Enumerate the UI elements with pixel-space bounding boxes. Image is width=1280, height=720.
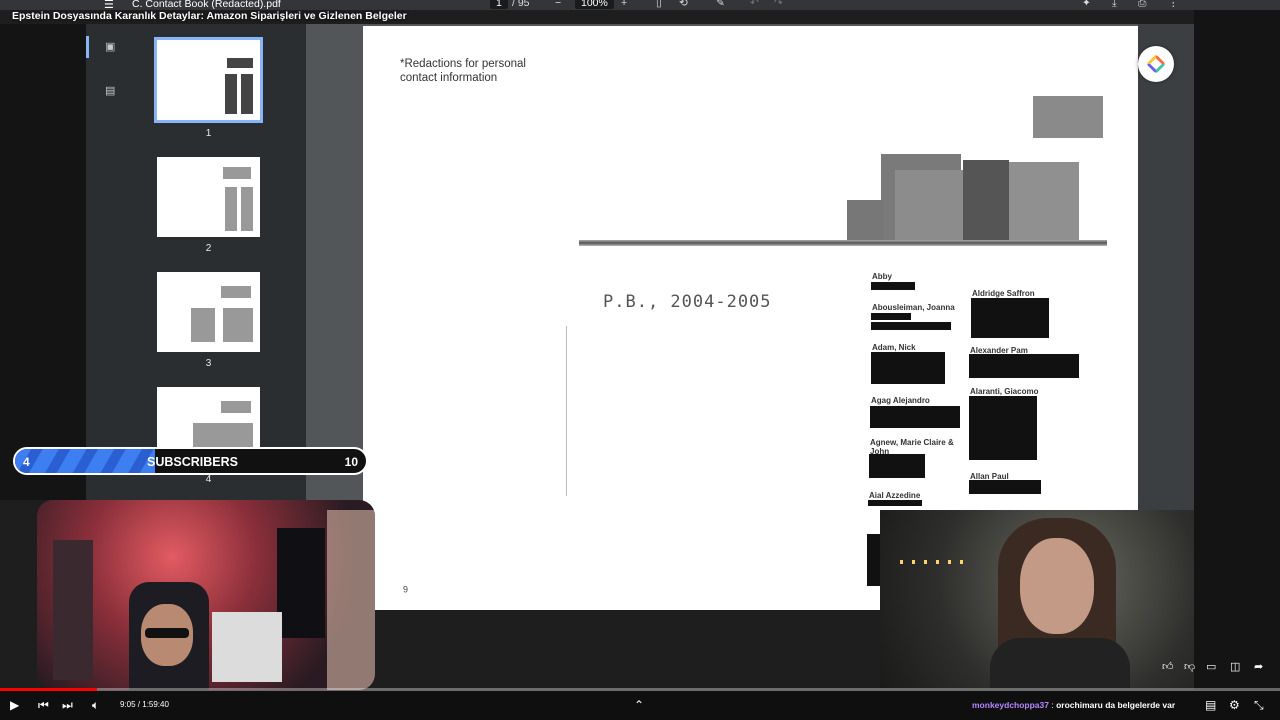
redaction-block (971, 298, 1049, 338)
play-icon[interactable]: ▶ (10, 698, 19, 712)
subscriber-label: SUBSCRIBERS (147, 455, 238, 469)
download-icon[interactable]: ⤓ (1112, 0, 1117, 10)
chat-text: orochimaru da belgelerde var (1056, 700, 1176, 710)
rotate-icon[interactable]: ⟲ (679, 0, 688, 9)
background-right (1194, 0, 1280, 690)
more-options-icon[interactable]: ⋮ (1168, 0, 1179, 9)
thumbnails-icon[interactable]: ▣ (105, 40, 115, 53)
page-thumbnail-number: 1 (205, 128, 212, 139)
scanned-image (1009, 162, 1079, 246)
subtitles-icon[interactable]: ▤ (1205, 698, 1216, 712)
chat-message: monkeydchoppa37 : orochimaru da belgeler… (972, 700, 1175, 710)
volume-icon[interactable]: 🔈︎ (92, 698, 99, 713)
video-time: 9:05 / 1:59:40 (120, 700, 169, 709)
redaction-block (871, 282, 915, 290)
undo-icon[interactable]: ↶ (750, 0, 759, 9)
ai-sparkle-icon[interactable]: ✦ (1082, 0, 1091, 9)
pdf-filename: C. Contact Book (Redacted).pdf (132, 0, 281, 10)
contact-name: Alaranti, Giacomo (970, 387, 1039, 396)
contact-name: Agag Alejandro (871, 396, 930, 405)
chat-icon[interactable]: ◫ (1230, 660, 1240, 673)
redaction-block (969, 480, 1041, 494)
redaction-block (868, 500, 922, 506)
redaction-note: *Redactions for personal contact informa… (400, 58, 526, 84)
contact-name: Aldridge Saffron (972, 289, 1035, 298)
redo-icon[interactable]: ↷ (774, 0, 783, 9)
page-thumbnail-number: 4 (205, 474, 212, 485)
previous-icon[interactable]: ⏮ (38, 698, 49, 713)
page-thumbnail-number: 3 (205, 358, 212, 369)
page-thumbnail-1[interactable] (154, 37, 263, 123)
guest-video-feed (880, 510, 1194, 688)
like-icon[interactable]: 👍︎ (1162, 660, 1174, 673)
share-icon[interactable]: ➦ (1254, 660, 1263, 673)
scanned-image (895, 170, 965, 246)
next-icon[interactable]: ⏭ (62, 698, 73, 713)
video-title: Epstein Dosyasında Karanlık Detaylar: Am… (12, 10, 407, 22)
chat-username: monkeydchoppa37 (972, 700, 1049, 710)
scanned-image (847, 200, 883, 244)
redaction-block (871, 313, 911, 320)
page-corner-number: 6 (403, 584, 409, 594)
dislike-icon[interactable]: 👎︎ (1184, 660, 1195, 673)
extension-logo-icon[interactable] (1138, 46, 1174, 82)
redaction-block (871, 322, 951, 330)
sidebar-selected-indicator (86, 36, 89, 58)
zoom-level[interactable]: 100% (575, 0, 614, 9)
handwritten-note: P.B., 2004-2005 (603, 292, 772, 312)
contact-name: Abousleiman, Joanna (872, 303, 955, 312)
annotate-icon[interactable]: ✎ (716, 0, 725, 9)
outline-icon[interactable]: ▤ (105, 84, 115, 97)
page-thumbnail-number: 2 (205, 243, 212, 254)
comment-icon[interactable]: ▭ (1206, 660, 1216, 673)
fit-page-icon[interactable]: ▯ (656, 0, 662, 9)
subscriber-goal-bar: 4 SUBSCRIBERS 10 (13, 447, 368, 475)
stream-frame: ☰ C. Contact Book (Redacted).pdf 1 / 95 … (0, 0, 1280, 720)
scanned-image-base (579, 240, 1107, 246)
fold-line (566, 326, 567, 496)
scanned-image (1033, 96, 1103, 138)
zoom-out-button[interactable]: − (555, 0, 561, 9)
settings-icon[interactable]: ⚙ (1229, 698, 1240, 712)
scanned-image (963, 160, 1009, 246)
page-number-input[interactable]: 1 (490, 0, 508, 9)
background-left (0, 24, 86, 500)
redaction-block (969, 396, 1037, 460)
contact-name: Abby (872, 272, 892, 281)
contact-name: Adam, Nick (872, 343, 916, 352)
player-controls: ▶ ⏮ ⏭ 🔈︎ 9:05 / 1:59:40 ⌃ monkeydchoppa3… (0, 691, 1280, 720)
chevron-up-icon[interactable]: ⌃ (634, 698, 644, 712)
page-total: / 95 (512, 0, 530, 9)
zoom-in-button[interactable]: + (621, 0, 627, 9)
redaction-block (969, 354, 1079, 378)
redaction-block (869, 454, 925, 478)
redaction-block (870, 406, 960, 428)
print-icon[interactable]: ⎙ (1138, 0, 1146, 10)
streamer-webcam (37, 500, 375, 690)
contact-name: Aial Azzedine (869, 491, 921, 500)
subscriber-goal: 10 (344, 455, 358, 469)
redaction-block (871, 352, 945, 384)
page-thumbnail-3[interactable] (157, 272, 260, 352)
page-thumbnail-2[interactable] (157, 157, 260, 237)
fullscreen-icon[interactable]: ⤡ (1254, 698, 1264, 713)
